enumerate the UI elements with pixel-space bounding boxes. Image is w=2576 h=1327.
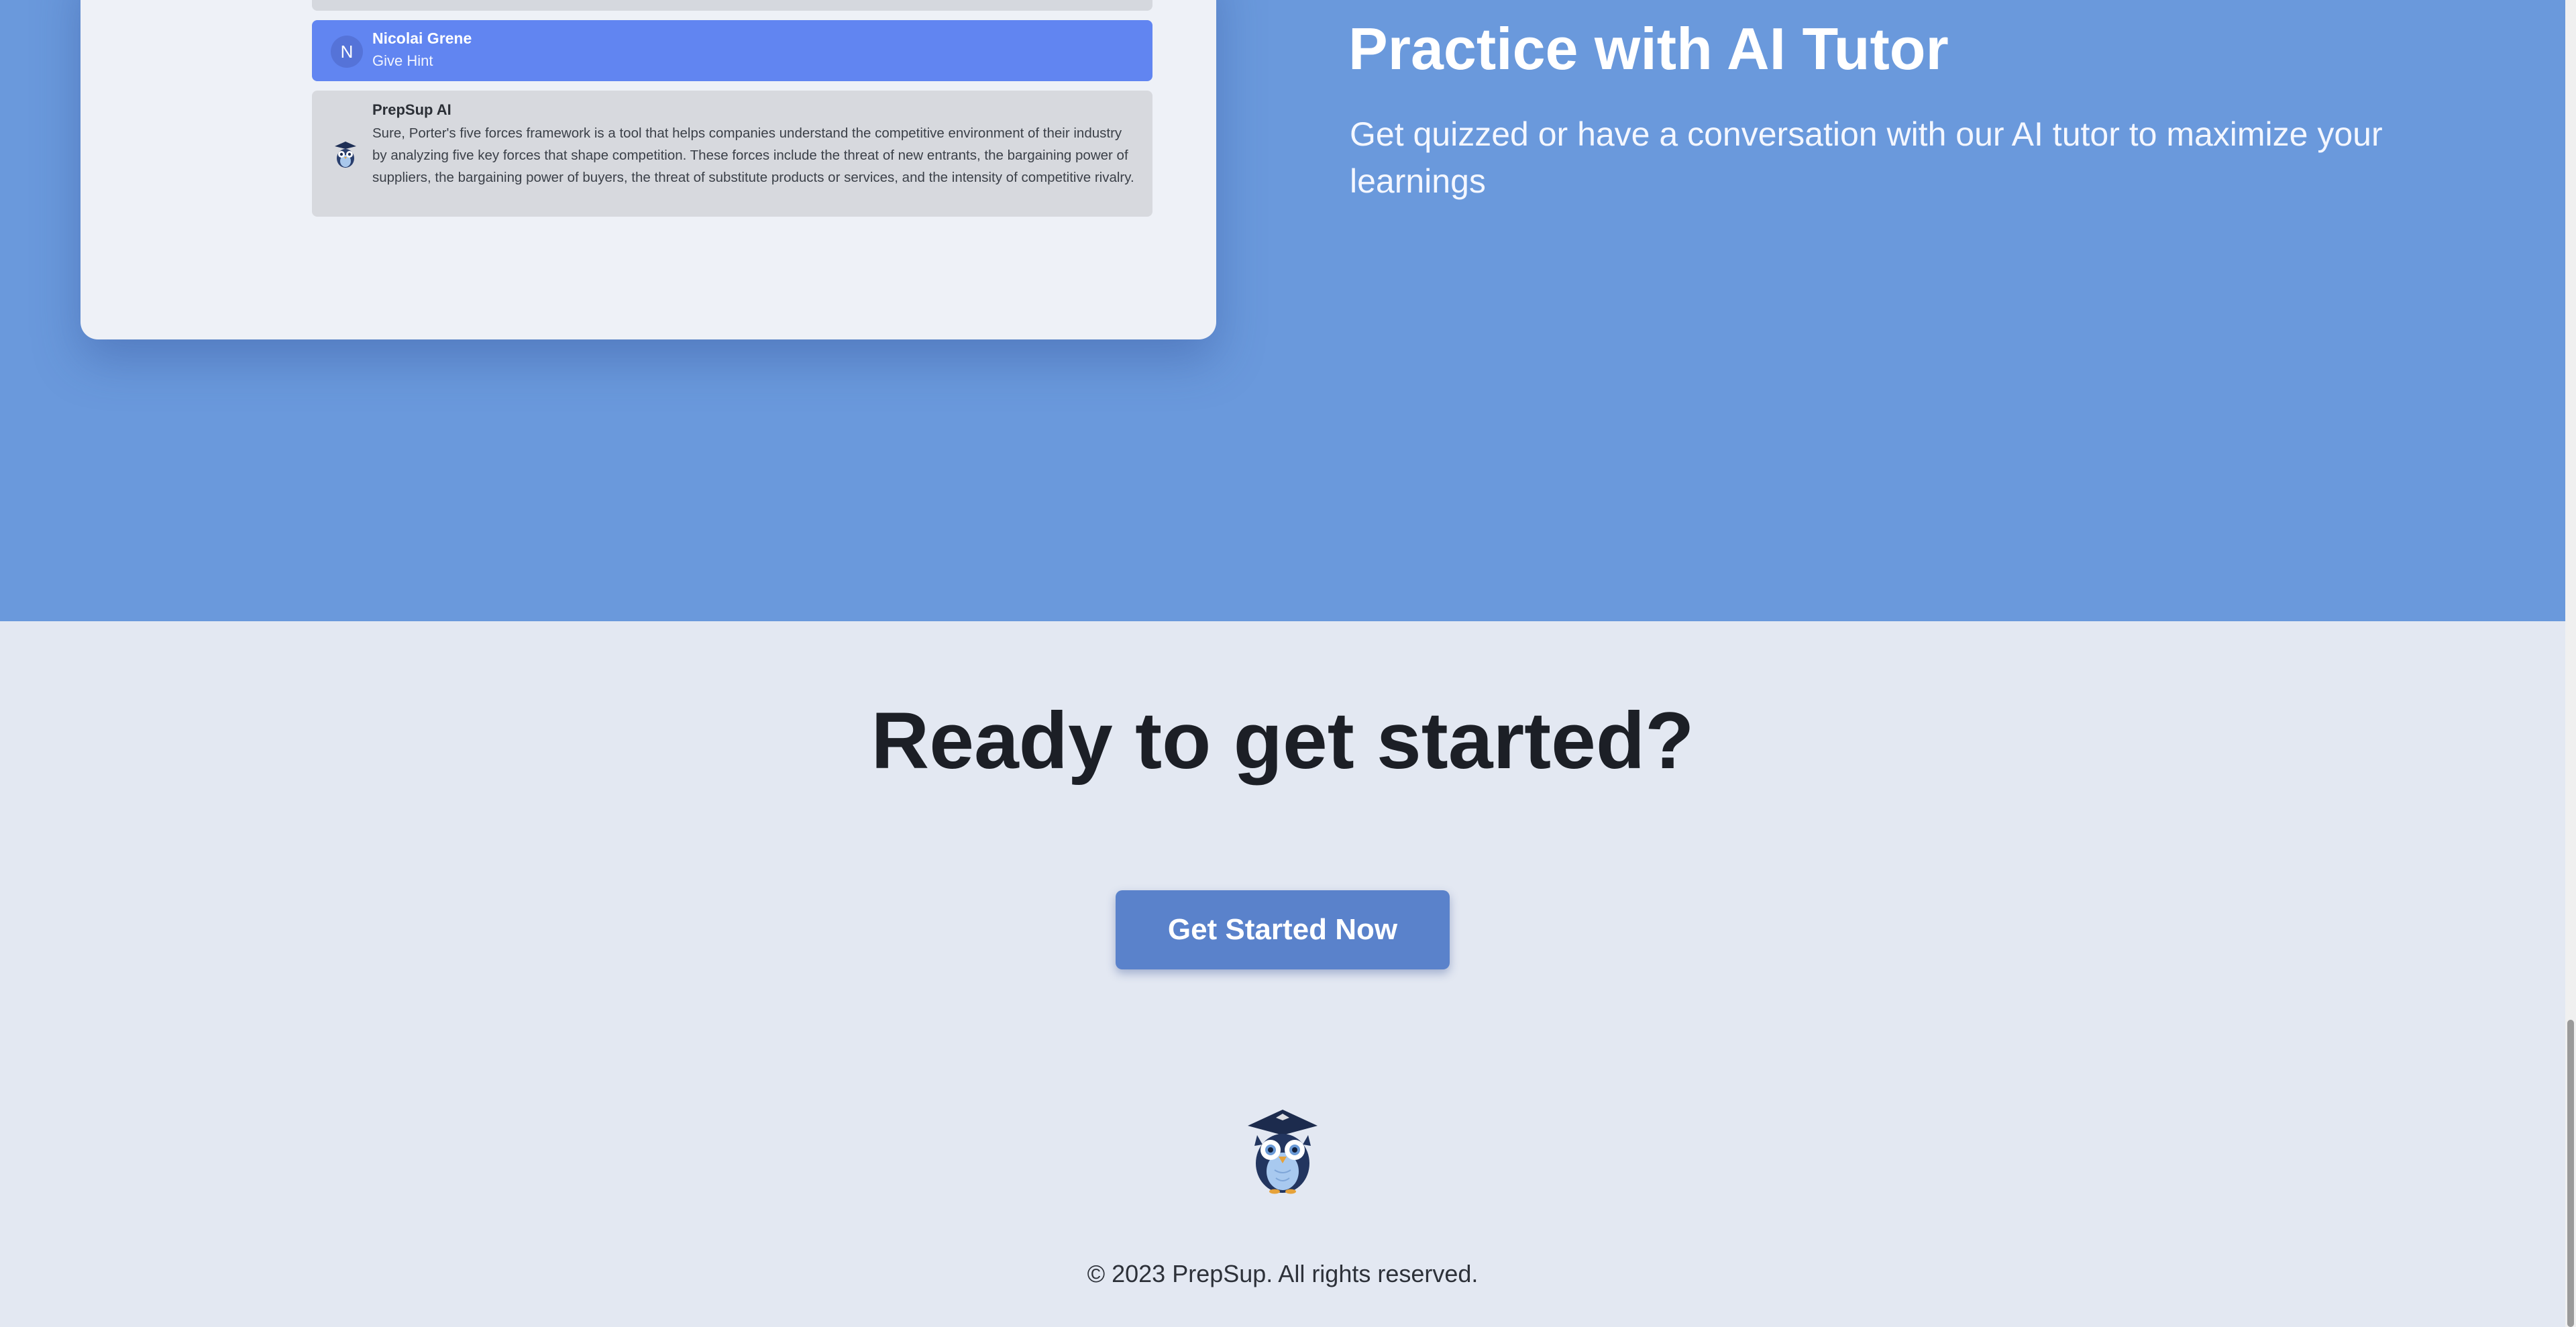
ai-message-text: Sure, Porter's five forces framework is … <box>372 125 1134 185</box>
user-avatar: N <box>331 36 363 68</box>
chat-preview-card: N Nicolai Grene Give Hint PrepSup AI Sur… <box>80 0 1216 339</box>
scrollbar-thumb[interactable] <box>2567 1020 2574 1327</box>
ai-name: PrepSup AI <box>372 101 451 118</box>
copyright-text: © 2023 PrepSup. All rights reserved. <box>1087 1260 1479 1287</box>
page-scrollbar[interactable] <box>2565 0 2576 1327</box>
owl-mascot-icon <box>335 142 356 168</box>
cta-title: Ready to get started? <box>871 696 1695 786</box>
owl-logo-icon <box>1248 1110 1318 1194</box>
ai-tutor-section: N Nicolai Grene Give Hint PrepSup AI Sur… <box>0 0 2565 621</box>
user-message-text: Give Hint <box>372 52 433 69</box>
feature-subtitle: Get quizzed or have a conversation with … <box>1350 115 2383 200</box>
previous-message-edge <box>312 0 1152 11</box>
user-chat-message: N Nicolai Grene Give Hint <box>312 20 1152 81</box>
user-name: Nicolai Grene <box>372 30 472 47</box>
ai-chat-message: PrepSup AI Sure, Porter's five forces fr… <box>312 91 1152 217</box>
get-started-button[interactable]: Get Started Now <box>1116 890 1450 969</box>
feature-title: Practice with AI Tutor <box>1348 15 1949 82</box>
